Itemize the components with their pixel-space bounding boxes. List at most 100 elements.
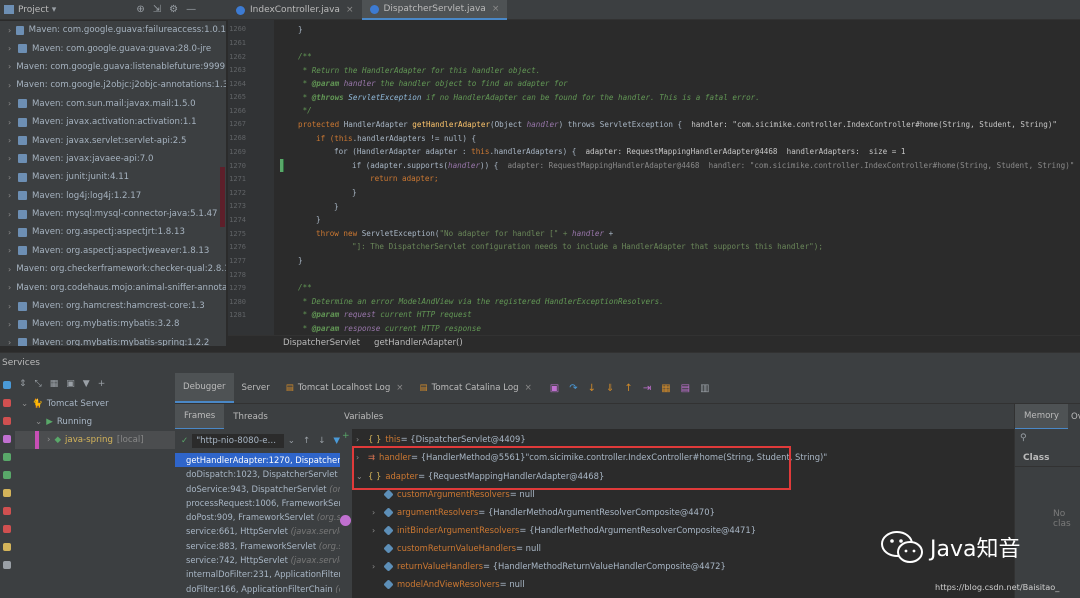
chevron-right-icon[interactable]: ›: [47, 435, 50, 445]
filter-icon[interactable]: ▼: [83, 379, 90, 389]
resume-icon[interactable]: [3, 471, 11, 479]
force-step-into-icon[interactable]: ⇓: [606, 383, 614, 394]
breakpoints-icon[interactable]: [3, 525, 11, 533]
group-icon[interactable]: ▦: [50, 379, 59, 389]
tree-item[interactable]: › Maven: javax.servlet:servlet-api:2.5: [0, 131, 226, 149]
show-execution-point-icon[interactable]: ▣: [550, 383, 559, 394]
chevron-right-icon[interactable]: ›: [8, 62, 11, 71]
service-node-java-spring[interactable]: › ◆ java-spring [local]: [15, 431, 175, 449]
tab-index-controller[interactable]: IndexController.java ×: [228, 0, 362, 20]
tree-item[interactable]: › Maven: com.google.guava:guava:28.0-jre: [0, 39, 226, 57]
breadcrumb-method[interactable]: getHandlerAdapter(): [374, 338, 463, 348]
add-service-icon[interactable]: +: [98, 379, 106, 389]
tree-item[interactable]: › Maven: org.aspectj:aspectjrt:1.8.13: [0, 223, 226, 241]
close-icon[interactable]: ×: [492, 4, 500, 14]
tree-item[interactable]: › Maven: javax:javaee-api:7.0: [0, 150, 226, 168]
tab-dispatcher-servlet[interactable]: DispatcherServlet.java ×: [361, 0, 508, 20]
arrow-up-icon[interactable]: ↑: [303, 436, 310, 446]
chevron-right-icon[interactable]: ›: [8, 191, 18, 200]
step-over-icon[interactable]: ↷: [569, 383, 577, 394]
frame-row[interactable]: service:661, HttpServlet (javax.servlet.…: [175, 524, 340, 538]
chevron-right-icon[interactable]: ›: [8, 283, 11, 292]
tab-threads[interactable]: Threads: [224, 404, 277, 430]
thread-dropdown[interactable]: "http-nio-8080-e…: [192, 434, 284, 448]
pause-icon[interactable]: [3, 489, 11, 497]
breadcrumb-class[interactable]: DispatcherServlet: [283, 338, 360, 348]
tab-memory[interactable]: Memory: [1015, 403, 1068, 430]
chevron-right-icon[interactable]: ›: [8, 302, 18, 311]
frame-row[interactable]: doDispatch:1023, DispatcherServlet (org: [175, 467, 340, 481]
tree-item[interactable]: › Maven: com.google.guava:listenablefutur…: [0, 58, 226, 76]
chevron-right-icon[interactable]: ›: [8, 136, 18, 145]
mute-breakpoints-icon[interactable]: [3, 543, 11, 551]
tab-tomcat-catalina-log[interactable]: ▤ Tomcat Catalina Log ×: [411, 373, 539, 403]
variable-row[interactable]: › returnValueHandlers = {HandlerMethodRet…: [372, 557, 726, 575]
tree-item[interactable]: › Maven: org.checkerframework:checker-qua…: [0, 260, 226, 278]
chevron-right-icon[interactable]: ›: [8, 26, 16, 35]
tree-item[interactable]: › Maven: javax.activation:activation:1.1: [0, 113, 226, 131]
stop-icon[interactable]: [3, 399, 11, 407]
frame-row[interactable]: service:742, HttpServlet (javax.servlet.…: [175, 553, 340, 567]
code-editor[interactable]: } /** * Return the HandlerAdapter for th…: [284, 20, 1080, 335]
tree-item[interactable]: › Maven: org.aspectj:aspectjweaver:1.8.13: [0, 242, 226, 260]
variable-row[interactable]: › argumentResolvers = {HandlerMethodArgum…: [372, 503, 715, 521]
tree-item[interactable]: › Maven: org.mybatis:mybatis:3.2.8: [0, 315, 226, 333]
tree-item[interactable]: › Maven: junit:junit:4.11: [0, 168, 226, 186]
variable-row[interactable]: modelAndViewResolvers = null: [372, 575, 525, 593]
chevron-down-icon[interactable]: ⌄: [288, 436, 295, 446]
chevron-right-icon[interactable]: ›: [372, 526, 384, 535]
chevron-right-icon[interactable]: ›: [8, 154, 18, 163]
tab-debugger[interactable]: Debugger: [175, 373, 234, 403]
frame-row[interactable]: service:883, FrameworkServlet (org.spr: [175, 539, 340, 553]
add-watch-icon[interactable]: +: [342, 431, 350, 441]
close-icon[interactable]: ×: [525, 383, 532, 393]
tab-overhead[interactable]: Ove: [1068, 404, 1080, 430]
chevron-right-icon[interactable]: ›: [8, 320, 18, 329]
thread-selector[interactable]: ✓ "http-nio-8080-e… ⌄ ↑ ↓ ▼: [175, 429, 340, 453]
tree-item[interactable]: › Maven: com.google.j2objc:j2objc-annotat…: [0, 76, 226, 94]
chevron-right-icon[interactable]: ›: [8, 228, 18, 237]
layout-icon[interactable]: ▥: [700, 383, 709, 394]
chevron-right-icon[interactable]: ›: [8, 210, 18, 219]
chevron-right-icon[interactable]: ›: [372, 562, 384, 571]
chevron-right-icon[interactable]: ›: [8, 246, 18, 255]
frame-row[interactable]: getHandlerAdapter:1270, DispatcherSer: [175, 453, 340, 468]
chevron-down-icon[interactable]: ▾: [52, 5, 57, 15]
rerun-icon[interactable]: [3, 453, 11, 461]
tab-frames[interactable]: Frames: [175, 403, 225, 430]
chevron-down-icon[interactable]: ⌄: [35, 417, 42, 427]
frame-row[interactable]: doService:943, DispatcherServlet (org.ap: [175, 482, 340, 496]
deploy-icon[interactable]: [3, 435, 11, 443]
service-node-running[interactable]: ⌄ ▶ Running: [15, 413, 175, 431]
step-out-icon[interactable]: ↑: [624, 383, 632, 394]
tab-tomcat-localhost-log[interactable]: ▤ Tomcat Localhost Log ×: [278, 373, 412, 403]
expand-all-icon[interactable]: ⇕: [19, 379, 27, 389]
chevron-right-icon[interactable]: ›: [8, 118, 18, 127]
tree-item[interactable]: › Maven: mysql:mysql-connector-java:5.1.4…: [0, 205, 226, 223]
trace-icon[interactable]: ▤: [681, 383, 690, 394]
locate-icon[interactable]: ⊕: [136, 4, 144, 15]
class-column-header[interactable]: Class: [1015, 449, 1080, 467]
chevron-right-icon[interactable]: ›: [8, 99, 18, 108]
tree-item[interactable]: › Maven: com.google.guava:failureaccess:1…: [0, 21, 226, 39]
filter-icon[interactable]: ▼: [333, 436, 340, 446]
layout-icon[interactable]: ▣: [66, 379, 75, 389]
chevron-right-icon[interactable]: ›: [8, 265, 11, 274]
chevron-down-icon[interactable]: ⌄: [21, 399, 28, 409]
chevron-right-icon[interactable]: ›: [8, 338, 18, 346]
close-icon[interactable]: ×: [346, 5, 354, 15]
search-icon[interactable]: ⚲: [1020, 433, 1027, 443]
collapse-all-icon[interactable]: ⤡: [35, 379, 42, 389]
chevron-right-icon[interactable]: ›: [372, 508, 384, 517]
gear-icon[interactable]: ⚙: [169, 4, 178, 15]
scrollbar[interactable]: [220, 167, 225, 227]
minimize-icon[interactable]: —: [186, 4, 196, 15]
refresh-icon[interactable]: [3, 381, 11, 389]
frame-row[interactable]: doPost:909, FrameworkServlet (org.spr: [175, 510, 340, 524]
run-to-cursor-icon[interactable]: ⇥: [643, 383, 651, 394]
evaluate-expression-icon[interactable]: [340, 515, 351, 526]
variable-row[interactable]: customReturnValueHandlers = null: [372, 539, 541, 557]
stop-debug-icon[interactable]: [3, 507, 11, 515]
project-title[interactable]: Project: [18, 5, 49, 15]
frame-row[interactable]: processRequest:1006, FrameworkServle: [175, 496, 340, 510]
